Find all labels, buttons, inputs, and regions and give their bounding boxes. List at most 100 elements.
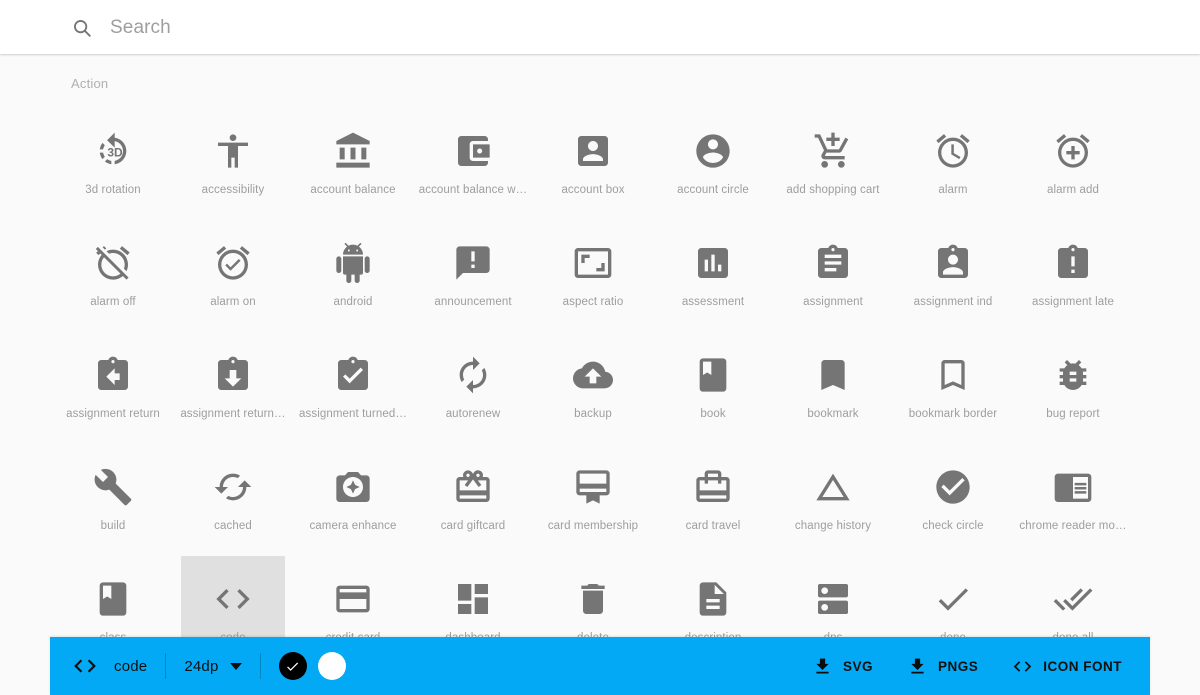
color-swatch-white[interactable] <box>318 652 346 680</box>
icon-cell-assignment-ind[interactable]: assignment ind <box>893 220 1013 332</box>
assessment-icon <box>693 243 733 283</box>
color-swatches <box>279 652 357 680</box>
icon-cell-accessibility[interactable]: accessibility <box>173 108 293 220</box>
icon-cell-account-balance[interactable]: account balance <box>293 108 413 220</box>
icon-cell-build[interactable]: build <box>53 444 173 556</box>
download-pngs-button[interactable]: PNGS <box>907 656 978 677</box>
class-icon <box>93 579 133 619</box>
account-circle-icon <box>693 131 733 171</box>
icon-label: accessibility <box>174 184 292 196</box>
card-giftcard-icon <box>453 467 493 507</box>
icon-cell-announcement[interactable]: announcement <box>413 220 533 332</box>
icon-size-value: 24dp <box>184 658 218 675</box>
icon-label: card travel <box>654 520 772 532</box>
dns-icon <box>813 579 853 619</box>
assignment-late-icon <box>1053 243 1093 283</box>
icon-font-label: ICON FONT <box>1043 659 1122 674</box>
icon-cell-alarm[interactable]: alarm <box>893 108 1013 220</box>
book-icon <box>693 355 733 395</box>
icon-cell-account-balance-wallet[interactable]: account balance w… <box>413 108 533 220</box>
account-balance-icon <box>333 131 373 171</box>
camera-enhance-icon <box>333 467 373 507</box>
icon-label: aspect ratio <box>534 296 652 308</box>
icon-cell-backup[interactable]: backup <box>533 332 653 444</box>
icon-cell-account-box[interactable]: account box <box>533 108 653 220</box>
search-input[interactable] <box>108 11 812 45</box>
icon-cell-bug-report[interactable]: bug report <box>1013 332 1133 444</box>
assignment-returned-icon <box>213 355 253 395</box>
icon-label: card membership <box>534 520 652 532</box>
bug-report-icon <box>1053 355 1093 395</box>
icon-cell-change-history[interactable]: change history <box>773 444 893 556</box>
account-box-icon <box>573 131 613 171</box>
icon-label: bookmark <box>774 408 892 420</box>
bottom-bar-right: SVG PNGS ICON FONT <box>778 637 1150 695</box>
icon-label: alarm on <box>174 296 292 308</box>
icon-cell-book[interactable]: book <box>653 332 773 444</box>
color-swatch-black[interactable] <box>279 652 307 680</box>
icon-cell-aspect-ratio[interactable]: aspect ratio <box>533 220 653 332</box>
add-shopping-cart-icon <box>813 131 853 171</box>
check-circle-icon <box>933 467 973 507</box>
assignment-turned-in-icon <box>333 355 373 395</box>
icon-label: add shopping cart <box>774 184 892 196</box>
icon-cell-account-circle[interactable]: account circle <box>653 108 773 220</box>
icon-label: check circle <box>894 520 1012 532</box>
icon-label: announcement <box>414 296 532 308</box>
icon-label: account circle <box>654 184 772 196</box>
icon-cell-android[interactable]: android <box>293 220 413 332</box>
icon-cell-add-shopping-cart[interactable]: add shopping cart <box>773 108 893 220</box>
icon-cell-card-travel[interactable]: card travel <box>653 444 773 556</box>
icon-cell-check-circle[interactable]: check circle <box>893 444 1013 556</box>
icon-label: change history <box>774 520 892 532</box>
download-icon <box>907 656 928 677</box>
icon-cell-chrome-reader-mode[interactable]: chrome reader mo… <box>1013 444 1133 556</box>
icon-cell-alarm-add[interactable]: alarm add <box>1013 108 1133 220</box>
icon-browser-app: Action 3D3d rotationaccessibilityaccount… <box>0 0 1200 695</box>
bottom-action-bar: code 24dp SVG <box>50 637 1150 695</box>
alarm-off-icon <box>93 243 133 283</box>
chevron-down-icon <box>230 663 242 670</box>
3d-rotation-icon: 3D <box>93 131 133 171</box>
icon-label: assignment ind <box>894 296 1012 308</box>
icon-cell-card-membership[interactable]: card membership <box>533 444 653 556</box>
icon-cell-camera-enhance[interactable]: camera enhance <box>293 444 413 556</box>
icon-cell-assignment-return[interactable]: assignment return <box>53 332 173 444</box>
icon-cell-bookmark[interactable]: bookmark <box>773 332 893 444</box>
card-membership-icon <box>573 467 613 507</box>
icon-label: card giftcard <box>414 520 532 532</box>
icon-cell-bookmark-border[interactable]: bookmark border <box>893 332 1013 444</box>
icon-label: bookmark border <box>894 408 1012 420</box>
icon-cell-3d-rotation[interactable]: 3D 3d rotation <box>53 108 173 220</box>
check-icon <box>285 659 300 674</box>
app-header <box>0 0 1200 54</box>
icon-label: assignment return <box>54 408 172 420</box>
icon-cell-assignment-turned-in[interactable]: assignment turned… <box>293 332 413 444</box>
icon-label: assignment <box>774 296 892 308</box>
icon-cell-assignment-returned[interactable]: assignment return… <box>173 332 293 444</box>
icon-label: 3d rotation <box>54 184 172 196</box>
description-icon <box>693 579 733 619</box>
icon-label: alarm add <box>1014 184 1132 196</box>
icon-cell-alarm-on[interactable]: alarm on <box>173 220 293 332</box>
icon-cell-assignment[interactable]: assignment <box>773 220 893 332</box>
icon-cell-alarm-off[interactable]: alarm off <box>53 220 173 332</box>
divider <box>165 653 166 679</box>
icon-cell-card-giftcard[interactable]: card giftcard <box>413 444 533 556</box>
download-svg-button[interactable]: SVG <box>812 656 873 677</box>
accessibility-icon <box>213 131 253 171</box>
icon-cell-cached[interactable]: cached <box>173 444 293 556</box>
icon-label: alarm off <box>54 296 172 308</box>
icon-cell-assessment[interactable]: assessment <box>653 220 773 332</box>
done-icon <box>933 579 973 619</box>
icon-size-dropdown[interactable]: 24dp <box>184 658 241 675</box>
icon-font-button[interactable]: ICON FONT <box>1012 656 1122 677</box>
announcement-icon <box>453 243 493 283</box>
icon-label: account balance <box>294 184 412 196</box>
icon-label: assignment turned… <box>294 408 412 420</box>
icon-cell-autorenew[interactable]: autorenew <box>413 332 533 444</box>
bottom-bar-left: code 24dp <box>50 637 357 695</box>
icon-label: autorenew <box>414 408 532 420</box>
icon-label: build <box>54 520 172 532</box>
icon-cell-assignment-late[interactable]: assignment late <box>1013 220 1133 332</box>
